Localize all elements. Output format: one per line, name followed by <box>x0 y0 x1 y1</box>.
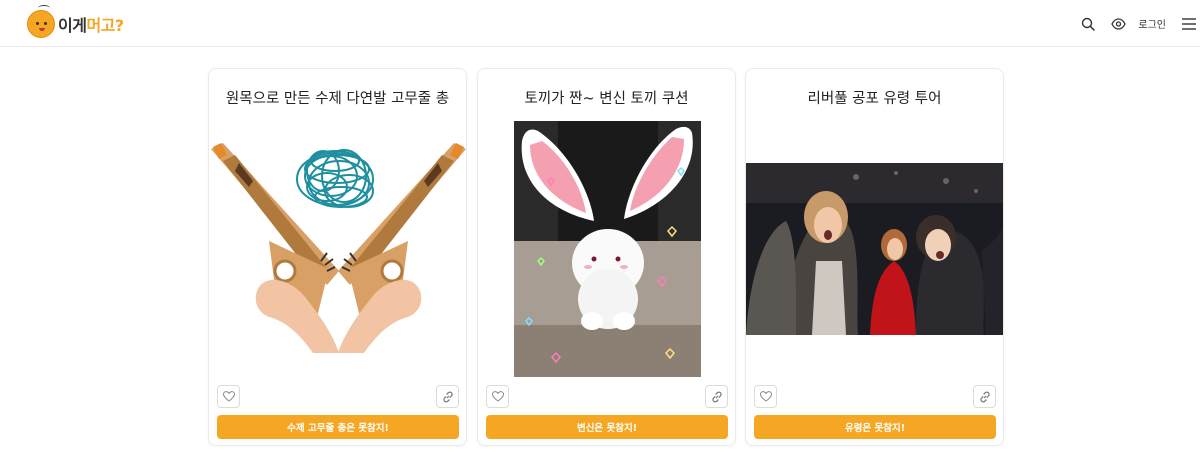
logo[interactable]: 이게머고? <box>27 5 124 40</box>
like-button[interactable] <box>217 385 240 408</box>
login-link[interactable]: 로그인 <box>1138 16 1166 31</box>
like-button[interactable] <box>486 385 509 408</box>
share-link-button[interactable] <box>436 385 459 408</box>
eye-icon[interactable] <box>1109 15 1127 33</box>
logo-text-b: 머고? <box>86 16 124 35</box>
link-icon <box>442 391 453 402</box>
card-title: 원목으로 만든 수제 다연발 고무줄 총 <box>225 91 450 107</box>
heart-icon <box>759 391 772 402</box>
cta-button[interactable]: 변신은 못참지! <box>486 415 728 439</box>
card-title: 토끼가 짠~ 변신 토끼 쿠션 <box>524 91 689 107</box>
like-button[interactable] <box>754 385 777 408</box>
heart-icon <box>222 391 235 402</box>
product-card[interactable]: 리버풀 공포 유령 투어 유령은 못참지! <box>745 68 1004 446</box>
link-icon <box>711 391 722 402</box>
hamburger-menu-icon[interactable] <box>1180 15 1198 33</box>
product-card[interactable]: 원목으로 만든 수제 다연발 고무줄 총 수제 고무줄 총은 못참지! <box>208 68 467 446</box>
card-title: 리버풀 공포 유령 투어 <box>807 91 942 107</box>
share-link-button[interactable] <box>705 385 728 408</box>
cta-button[interactable]: 유령은 못참지! <box>754 415 996 439</box>
link-icon <box>979 391 990 402</box>
product-card[interactable]: 토끼가 짠~ 변신 토끼 쿠션 변신은 못참지! <box>477 68 736 446</box>
search-icon[interactable] <box>1079 15 1097 33</box>
top-header: 이게머고? 로그인 <box>0 0 1200 47</box>
heart-icon <box>491 391 504 402</box>
card-image-rubber-band-guns[interactable] <box>209 121 466 381</box>
logo-text: 이게머고? <box>58 12 124 36</box>
cta-button[interactable]: 수제 고무줄 총은 못참지! <box>217 415 459 439</box>
logo-text-a: 이게 <box>58 16 87 35</box>
logo-face-icon <box>27 5 55 38</box>
share-link-button[interactable] <box>973 385 996 408</box>
card-image-bunny-cushion[interactable] <box>478 121 735 381</box>
card-image-ghost-tour[interactable] <box>746 121 1003 381</box>
